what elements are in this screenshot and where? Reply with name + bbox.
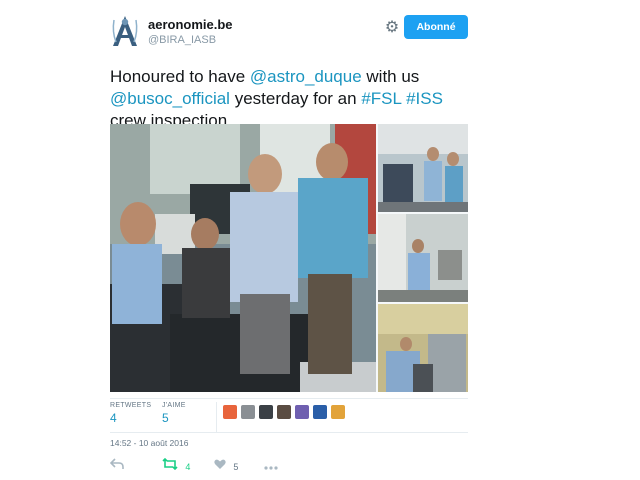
likes-value: 5: [162, 411, 169, 425]
divider-top: [110, 398, 468, 399]
account-avatar[interactable]: [110, 14, 140, 48]
follow-button[interactable]: Abonné: [404, 15, 468, 39]
photo-main[interactable]: [110, 124, 376, 392]
tweet-card: aeronomie.be @BIRA_IASB ⚙ Abonné Honoure…: [109, 12, 470, 472]
tweet-actions: 4 5: [109, 457, 468, 475]
more-button[interactable]: [264, 458, 278, 474]
display-name[interactable]: aeronomie.be: [148, 17, 233, 33]
photo-collage: [110, 124, 468, 392]
tweet-timestamp[interactable]: 14:52 - 10 août 2016: [110, 438, 188, 448]
account-handle[interactable]: @BIRA_IASB: [148, 33, 233, 47]
liker-avatar[interactable]: [294, 404, 310, 420]
retweet-count: 4: [185, 461, 191, 472]
liker-avatar[interactable]: [258, 404, 274, 420]
retweets-label: RETWEETS: [110, 402, 152, 409]
stats-separator: [216, 402, 217, 432]
liker-avatar[interactable]: [222, 404, 238, 420]
tweet-text-segment: yesterday for an: [229, 89, 362, 108]
likes-stat[interactable]: J'AIME 5: [162, 402, 186, 425]
likers-avatars: [222, 404, 346, 420]
tweet-text: Honoured to have @astro_duque with us @b…: [110, 66, 468, 132]
retweets-stat[interactable]: RETWEETS 4: [110, 402, 151, 425]
like-count: 5: [233, 461, 239, 472]
likes-label: J'AIME: [162, 402, 186, 409]
reply-button[interactable]: [109, 458, 124, 474]
bira-iasb-logo-icon: [112, 16, 138, 46]
reply-icon: [109, 458, 124, 469]
retweet-icon: [162, 457, 178, 471]
heart-icon: [214, 459, 226, 469]
tweet-link[interactable]: #FSL: [361, 89, 401, 108]
liker-avatar[interactable]: [330, 404, 346, 420]
retweets-value: 4: [110, 411, 117, 425]
liker-avatar[interactable]: [240, 404, 256, 420]
account-names: aeronomie.be @BIRA_IASB: [148, 17, 233, 47]
divider-bottom: [110, 432, 468, 433]
photo-side-3[interactable]: [378, 304, 468, 392]
photo-side-1[interactable]: [378, 124, 468, 212]
more-icon: [264, 466, 278, 470]
tweet-text-segment: with us: [361, 67, 420, 86]
retweet-button[interactable]: 4: [162, 457, 191, 475]
tweet-link[interactable]: @busoc_official: [110, 89, 230, 108]
tweet-header: aeronomie.be @BIRA_IASB ⚙ Abonné: [110, 12, 470, 52]
liker-avatar[interactable]: [276, 404, 292, 420]
tweet-text-segment: Honoured to have: [110, 67, 250, 86]
tweet-link[interactable]: #ISS: [406, 89, 443, 108]
photo-side-2[interactable]: [378, 214, 468, 302]
liker-avatar[interactable]: [312, 404, 328, 420]
tweet-link[interactable]: @astro_duque: [250, 67, 362, 86]
like-button[interactable]: 5: [214, 458, 238, 475]
gear-icon[interactable]: ⚙: [384, 20, 400, 36]
